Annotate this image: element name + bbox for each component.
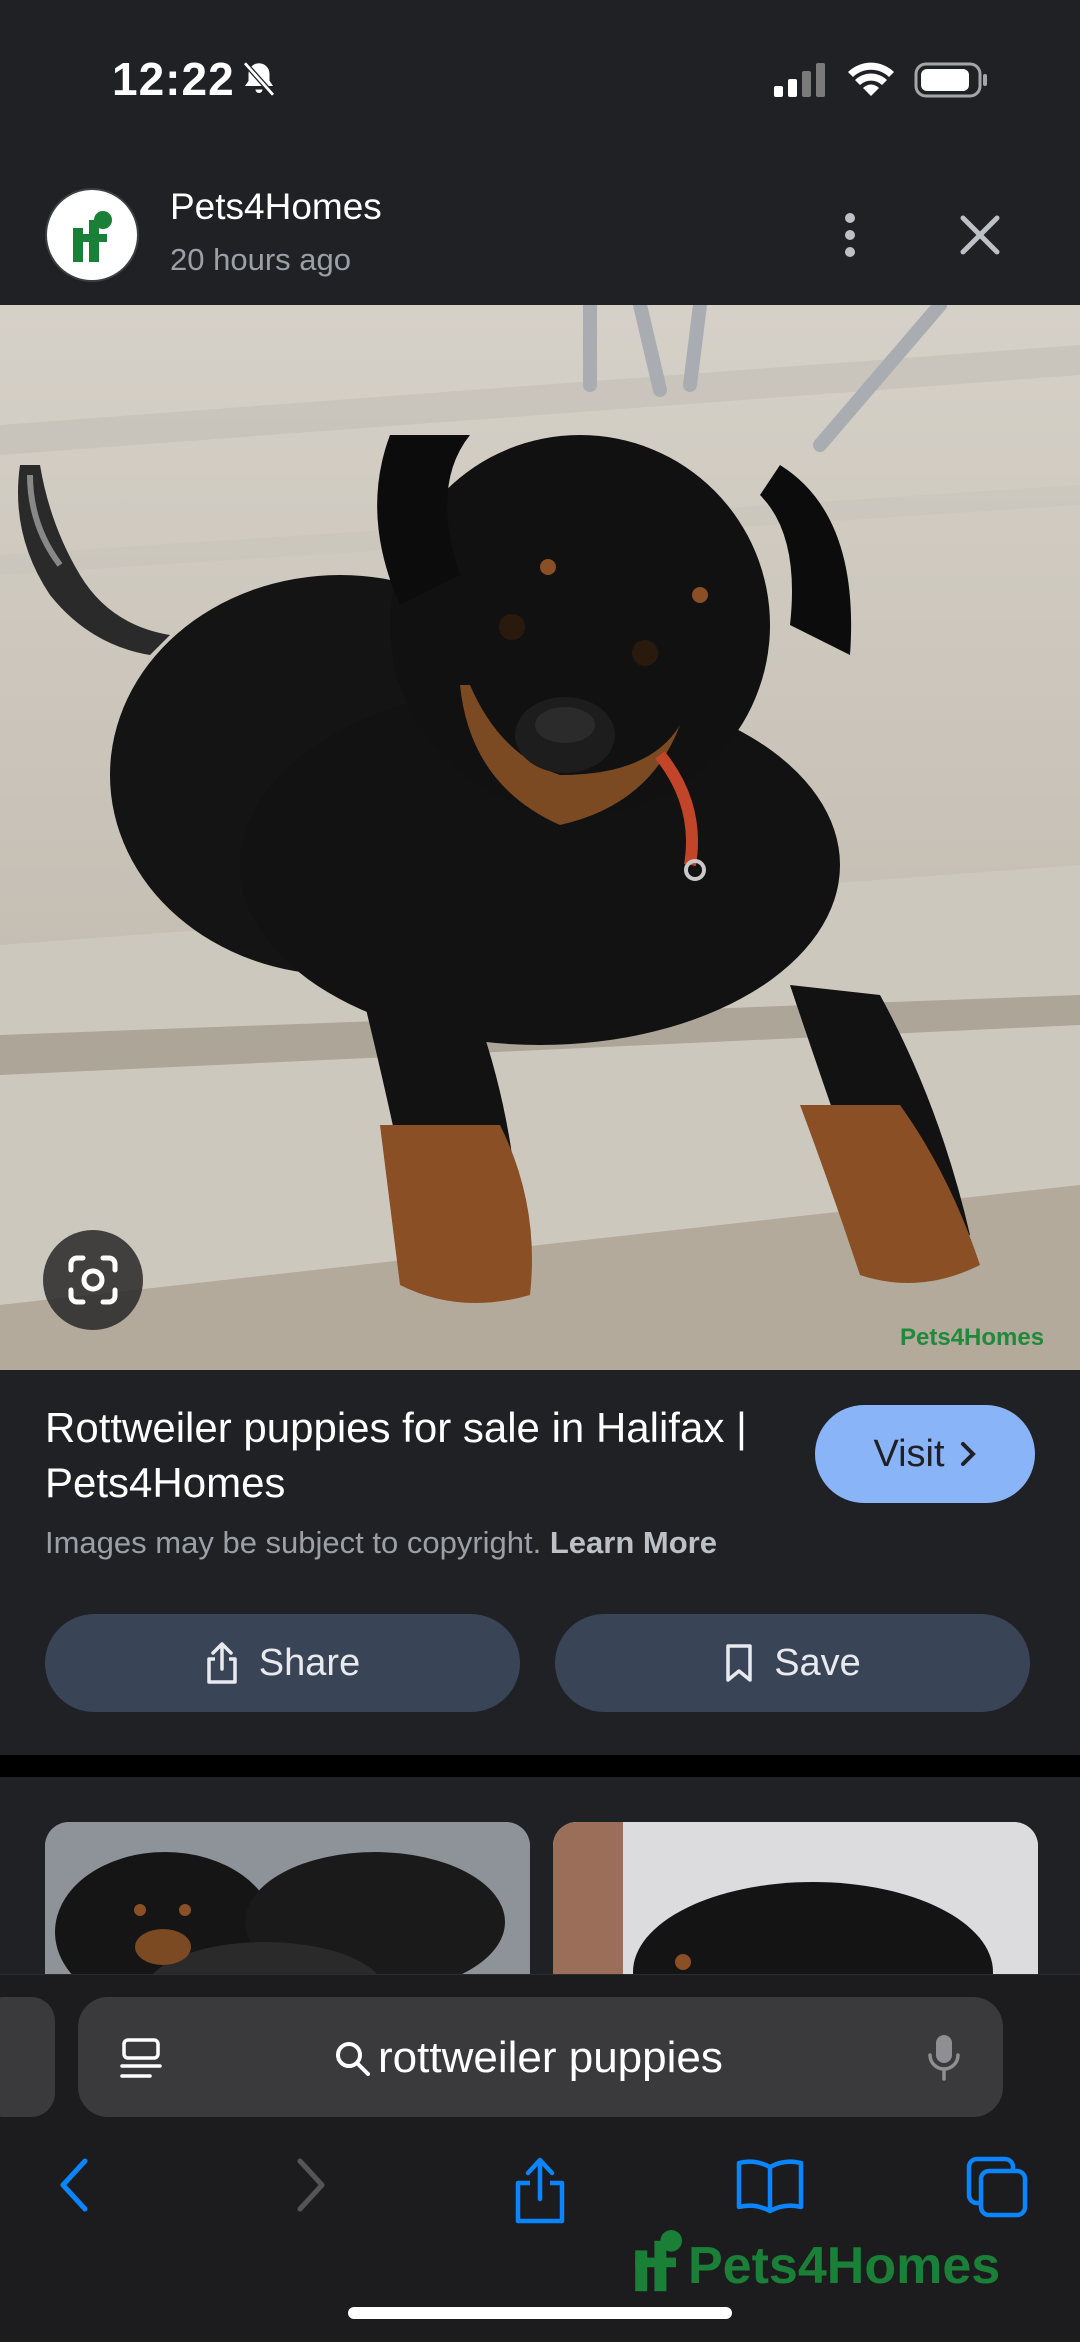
rottweiler-puppy-photo: Pets4Homes [0, 305, 1080, 1370]
site-avatar[interactable] [45, 188, 139, 282]
image-watermark: Pets4Homes [900, 1324, 1044, 1351]
related-image-2[interactable] [553, 1822, 1038, 1974]
chevron-right-icon [960, 1442, 976, 1466]
save-button-label: Save [774, 1641, 861, 1684]
previous-tab-peek[interactable] [0, 1997, 55, 2117]
post-time: 20 hours ago [170, 242, 351, 277]
more-options-button[interactable] [830, 210, 870, 260]
chevron-left-icon [60, 2158, 88, 2212]
bookmark-icon [726, 1644, 752, 1682]
bookmarks-button[interactable] [735, 2155, 805, 2220]
visit-button[interactable]: Visit [815, 1405, 1035, 1503]
learn-more-link[interactable]: Learn More [550, 1525, 717, 1560]
site-name[interactable]: Pets4Homes [170, 186, 382, 228]
pets4homes-logo-icon [635, 2230, 682, 2292]
cellular-signal-icon [772, 62, 828, 103]
tabs-button[interactable] [965, 2155, 1029, 2224]
book-icon [736, 2159, 804, 2214]
tabs-icon [966, 2156, 1028, 2218]
share-icon [515, 2157, 565, 2224]
result-image[interactable]: Pets4Homes [0, 305, 1080, 1370]
copyright-notice: Images may be subject to copyright. Lear… [45, 1525, 717, 1561]
battery-icon [914, 60, 990, 105]
related-puppy-photo [553, 1822, 1038, 1974]
result-title[interactable]: Rottweiler puppies for sale in Halifax |… [45, 1400, 765, 1510]
related-image-1[interactable] [45, 1822, 530, 1974]
result-info-panel: Rottweiler puppies for sale in Halifax |… [0, 1370, 1080, 1755]
share-button-label: Share [258, 1641, 361, 1684]
share-page-button[interactable] [510, 2155, 570, 2230]
search-query[interactable]: rottweiler puppies [378, 2033, 723, 2083]
wifi-icon [846, 58, 896, 103]
chevron-right-icon [297, 2158, 325, 2212]
visit-button-label: Visit [873, 1432, 945, 1475]
google-lens-button[interactable] [43, 1230, 143, 1330]
copyright-text: Images may be subject to copyright. [45, 1525, 542, 1560]
status-time: 12:22 [112, 53, 235, 105]
microphone-icon[interactable] [926, 2033, 962, 2088]
close-button[interactable] [955, 210, 1005, 260]
section-divider [0, 1755, 1080, 1777]
page-menu-icon[interactable] [118, 2037, 164, 2086]
image-viewer-header: Pets4Homes 20 hours ago [0, 160, 1080, 305]
status-bar: 12:22 [0, 0, 1080, 160]
close-icon [960, 215, 1000, 255]
silent-bell-icon [238, 58, 280, 105]
save-button[interactable]: Save [555, 1614, 1030, 1712]
address-bar[interactable]: rottweiler puppies [78, 1997, 1003, 2117]
forward-button[interactable] [290, 2155, 330, 2220]
search-icon [333, 2039, 373, 2084]
related-puppies-photo [45, 1822, 530, 1974]
pets4homes-logo-icon [73, 211, 112, 262]
back-button[interactable] [55, 2155, 95, 2220]
home-indicator[interactable] [348, 2307, 732, 2319]
related-images [0, 1777, 1080, 1974]
lens-icon [68, 1255, 118, 1305]
share-icon [207, 1642, 237, 1684]
more-vert-icon [845, 213, 855, 257]
footer-brand: Pets4Homes [628, 2225, 1000, 2296]
share-button[interactable]: Share [45, 1614, 520, 1712]
footer-brand-text: Pets4Homes [688, 2237, 1001, 2295]
